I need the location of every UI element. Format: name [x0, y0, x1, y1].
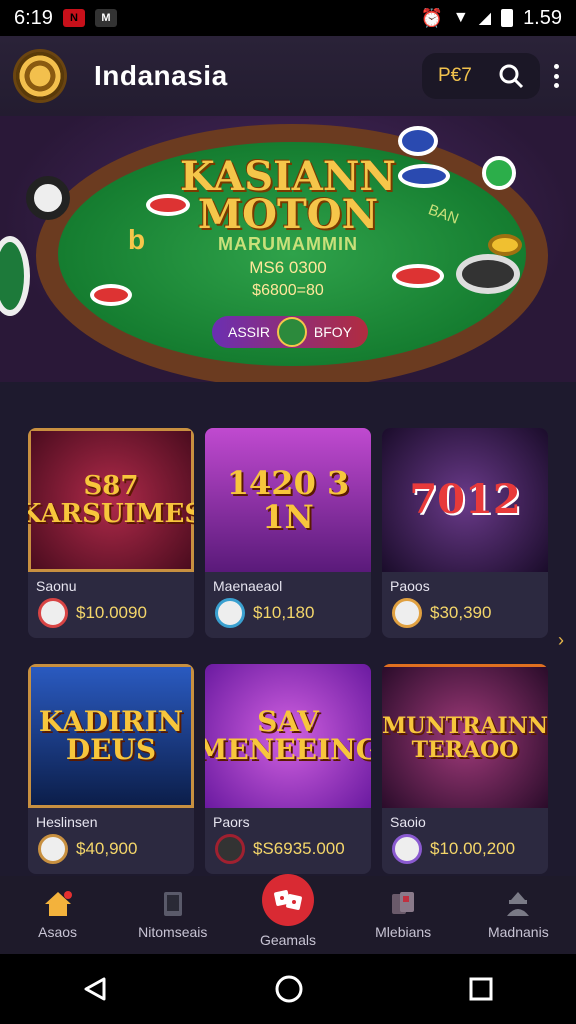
game-thumbnail-title: KADIRIN DEUS [38, 705, 184, 766]
game-price-row: $10.00,200 [392, 834, 515, 864]
home-icon [44, 891, 72, 916]
hero-subtitle: MARUMAMMIN [218, 234, 358, 254]
scroll-right-icon[interactable]: › [558, 630, 564, 651]
game-card[interactable]: SAV MENEEING Paors $S6935.000 [205, 664, 371, 874]
game-thumbnail-title: S87 KARSUIMES [28, 471, 194, 529]
search-icon[interactable] [498, 63, 524, 89]
notification-app-icon: M [94, 9, 117, 27]
game-name: Saoio [390, 814, 426, 830]
game-name: Saonu [36, 578, 77, 594]
rocket-icon [392, 598, 422, 628]
game-thumbnail: KADIRIN DEUS [28, 664, 194, 808]
nav-label: Asaos [38, 924, 78, 940]
hero-title: KASIANN MOTON [0, 157, 576, 238]
game-price-row: $10,180 [215, 598, 314, 628]
game-card[interactable]: MUNTRAINN TERAOO Saoio $10.00,200 [382, 664, 548, 874]
game-price: $10.00,200 [430, 839, 516, 858]
bottom-navigation: Asaos Nitomseais Geamals Mlebians Madnan… [0, 874, 576, 954]
nav-item-cards[interactable]: Mlebians [353, 890, 453, 940]
nav-label: Madnanis [487, 924, 549, 940]
wifi-icon: ▼ [452, 9, 469, 26]
nav-label: Geamals [259, 932, 316, 948]
dice-icon [261, 874, 314, 926]
coin-icon [215, 598, 245, 628]
game-price: $10.0090 [76, 603, 147, 622]
header-pill[interactable]: P€7 [422, 53, 540, 99]
nav-item-tablet[interactable]: Nitomseais [123, 890, 223, 940]
game-name: Paors [213, 814, 250, 830]
game-name: Heslinsen [36, 814, 98, 830]
app-title: Indanasia [94, 60, 228, 91]
notification-app-icon: N [62, 9, 85, 27]
home-circle-icon[interactable] [274, 974, 304, 1004]
game-card[interactable]: S87 KARSUIMES Saonu $10.0090 [28, 428, 194, 638]
status-bar: 6:19 N M ⏰ ▼ ◢ 1.59 [0, 0, 576, 36]
nav-label: Mlebians [375, 924, 432, 940]
chip-icon [398, 126, 438, 156]
back-icon[interactable] [82, 975, 110, 1003]
game-thumbnail: SAV MENEEING [205, 664, 371, 808]
recents-icon[interactable] [468, 976, 494, 1002]
alarm-icon: ⏰ [420, 7, 443, 28]
game-card[interactable]: 7012 Paoos $30,390 [382, 428, 548, 638]
app-logo-icon[interactable] [16, 52, 64, 100]
signal-icon: ◢ [478, 10, 492, 27]
game-thumbnail-title: 1420 3 1N [226, 464, 350, 536]
hero-amount: MS6 0300 [249, 258, 327, 277]
game-thumbnail-title: MUNTRAINN TERAOO [382, 712, 548, 763]
avatar-coin-icon [38, 598, 68, 628]
game-price: $30,390 [430, 603, 492, 622]
battery-icon [501, 9, 514, 27]
nav-item-games[interactable]: Geamals [238, 874, 338, 948]
battery-level: 1.59 [523, 6, 562, 29]
game-thumbnail-title: 7012 [409, 476, 521, 523]
game-card[interactable]: 1420 3 1N Maenaeaol $10,180 [205, 428, 371, 638]
avatar-coin-icon [38, 834, 68, 864]
game-thumbnail-title: SAV MENEEING [205, 705, 371, 766]
game-thumbnail: 7012 [382, 428, 548, 572]
pill-label: P€7 [438, 65, 472, 86]
game-name: Maenaeaol [213, 578, 283, 594]
more-menu-icon[interactable] [554, 64, 560, 88]
cards-icon [392, 892, 415, 914]
status-time: 6:19 [14, 6, 53, 29]
game-price-row: $30,390 [392, 598, 491, 628]
game-price: $S6935.000 [253, 839, 345, 858]
rocket-icon [392, 834, 422, 864]
game-price-row: $10.0090 [38, 598, 147, 628]
hero-title-line2: MOTON [197, 191, 379, 238]
game-price: $10,180 [253, 603, 315, 622]
tablet-icon [163, 892, 182, 916]
hero-action-button[interactable]: ASSIR BFOY [212, 316, 368, 348]
nav-label: Nitomseais [138, 924, 208, 940]
game-thumbnail: S87 KARSUIMES [28, 428, 194, 572]
hero-button-emblem-icon [276, 317, 307, 347]
person-icon [507, 892, 530, 916]
app-header: Indanasia P€7 [0, 36, 576, 116]
game-price: $40,900 [76, 839, 138, 858]
game-thumbnail: 1420 3 1N [205, 428, 371, 572]
hero-banner[interactable]: KASIANN MOTON b BAN MARUMAMMIN MS6 0300 … [0, 116, 576, 382]
game-price-row: $40,900 [38, 834, 137, 864]
nav-item-profile[interactable]: Madnanis [468, 890, 568, 940]
game-name: Paoos [390, 578, 430, 594]
nav-item-home[interactable]: Asaos [8, 890, 108, 940]
hero-button-right-label: BFOY [313, 324, 352, 340]
hero-amount-secondary: $6800=80 [252, 282, 324, 299]
hero-button-left-label: ASSIR [228, 324, 271, 340]
system-navigation-bar [0, 954, 576, 1024]
game-thumbnail: MUNTRAINN TERAOO [382, 664, 548, 808]
game-price-row: $S6935.000 [215, 834, 345, 864]
game-card[interactable]: KADIRIN DEUS Heslinsen $40,900 [28, 664, 194, 874]
chip-coin-icon [215, 834, 245, 864]
